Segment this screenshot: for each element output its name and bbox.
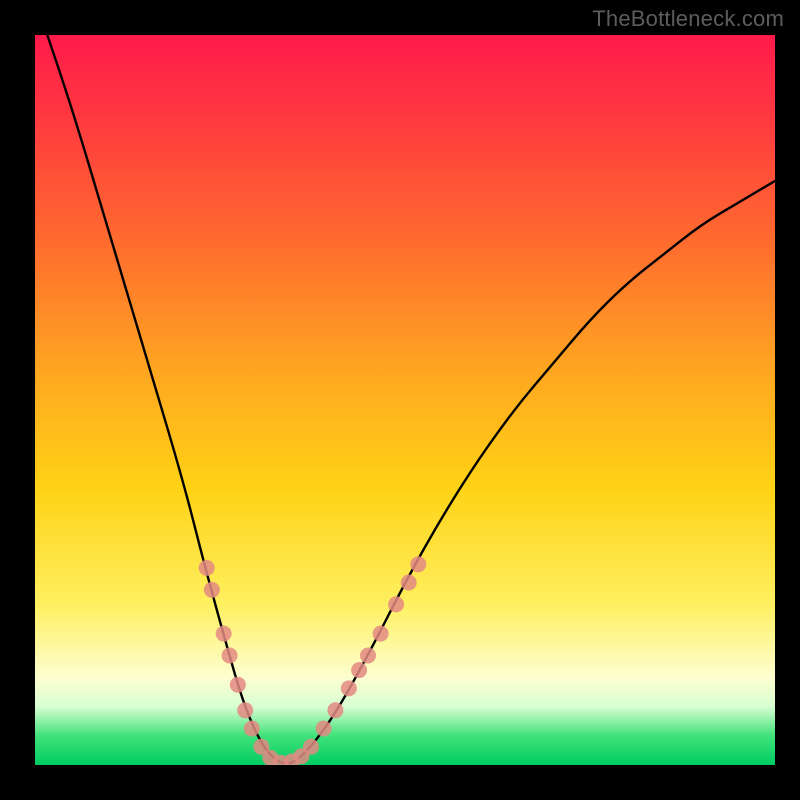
marker-layer	[199, 556, 427, 765]
data-marker	[199, 560, 215, 576]
data-marker	[204, 582, 220, 598]
data-marker	[237, 702, 253, 718]
data-marker	[410, 556, 426, 572]
data-marker	[316, 721, 332, 737]
data-marker	[222, 648, 238, 664]
curve-layer	[35, 35, 775, 763]
data-marker	[230, 677, 246, 693]
data-marker	[388, 596, 404, 612]
plot-area	[35, 35, 775, 765]
chart-svg	[35, 35, 775, 765]
data-marker	[341, 680, 357, 696]
chart-frame: TheBottleneck.com	[0, 0, 800, 800]
data-marker	[360, 648, 376, 664]
data-marker	[303, 739, 319, 755]
data-marker	[327, 702, 343, 718]
bottleneck-curve	[35, 35, 775, 763]
attribution-text: TheBottleneck.com	[592, 6, 784, 32]
data-marker	[373, 626, 389, 642]
data-marker	[216, 626, 232, 642]
data-marker	[401, 575, 417, 591]
data-marker	[244, 721, 260, 737]
data-marker	[351, 662, 367, 678]
